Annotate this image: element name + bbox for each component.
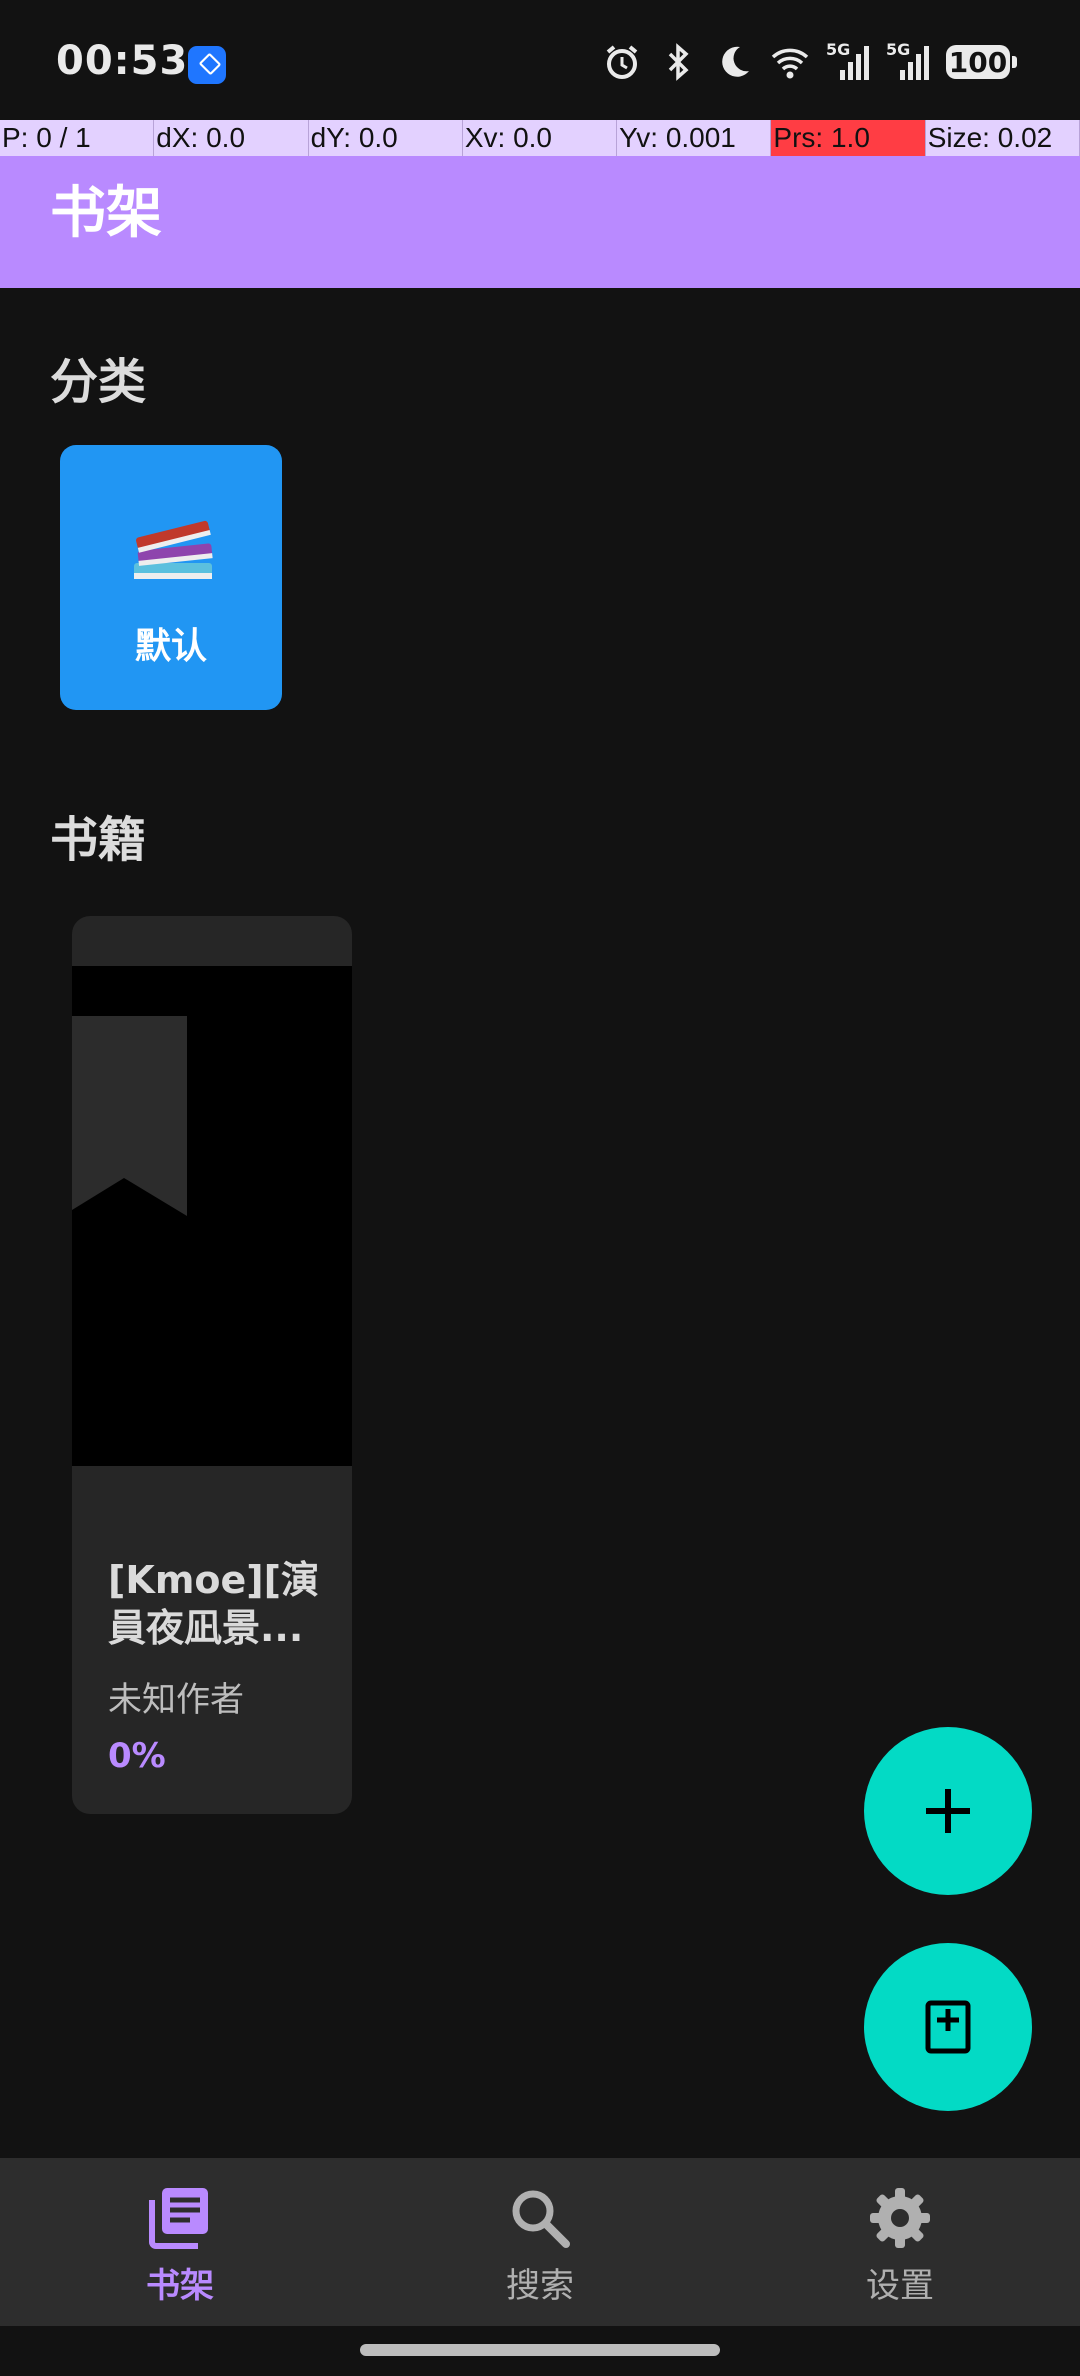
signal-5g-icon: 5G: [826, 40, 870, 82]
import-book-fab-button[interactable]: [864, 1943, 1032, 2111]
status-icons: 5G 5G 100: [602, 40, 1017, 84]
category-label: 默认: [134, 626, 207, 667]
bookshelf-icon: [149, 2188, 208, 2249]
debug-size: Size: 0.02: [926, 120, 1080, 156]
status-bar: 00:53 5G 5G 100: [0, 0, 1080, 120]
book-author: 未知作者: [108, 1680, 244, 1720]
settings-gear-icon: [870, 2188, 930, 2248]
add-fab-button[interactable]: [864, 1727, 1032, 1895]
signal-5g-icon: 5G: [886, 40, 930, 82]
bottom-navigation: 书架 搜索 设置: [0, 2158, 1080, 2326]
debug-dx: dX: 0.0: [154, 120, 309, 156]
add-book-icon: [925, 2000, 971, 2054]
category-tile-default[interactable]: 默认: [60, 445, 282, 710]
categories-heading: 分类: [50, 354, 147, 410]
debug-pointer-count: P: 0 / 1: [0, 120, 155, 156]
nav-item-bookshelf[interactable]: 书架: [0, 2158, 360, 2326]
do-not-disturb-moon-icon: [714, 42, 754, 82]
books-heading: 书籍: [50, 812, 147, 868]
app-bar: 书架: [0, 156, 1080, 288]
debug-pressure: Prs: 1.0: [771, 120, 926, 156]
books-icon: [134, 520, 213, 579]
wifi-icon: [770, 42, 810, 82]
debug-dy: dY: 0.0: [309, 120, 463, 156]
status-time: 00:53: [56, 38, 189, 84]
debug-yv: Yv: 0.001: [617, 120, 772, 156]
home-gesture-indicator[interactable]: [360, 2344, 720, 2356]
book-title: [Kmoe][演員夜凪景...: [108, 1558, 320, 1650]
bookmark-placeholder-icon: [72, 1016, 187, 1216]
book-cover: [72, 966, 352, 1466]
book-card[interactable]: [Kmoe][演員夜凪景... 未知作者 0%: [72, 916, 352, 1814]
search-icon: [512, 2190, 570, 2248]
page-title: 书架: [50, 181, 162, 246]
nav-label-search: 搜索: [506, 2266, 574, 2306]
book-progress: 0%: [108, 1736, 166, 1776]
alarm-icon: [602, 42, 642, 82]
nav-label-settings: 设置: [866, 2266, 934, 2306]
nav-label-bookshelf: 书架: [146, 2266, 214, 2306]
plus-icon: [926, 1789, 970, 1833]
nav-item-settings[interactable]: 设置: [720, 2158, 1080, 2326]
battery-indicator: 100: [946, 45, 1017, 79]
app-notification-icon: [188, 46, 226, 84]
debug-xv: Xv: 0.0: [463, 120, 618, 156]
bluetooth-icon: [658, 42, 698, 82]
pointer-debug-overlay: P: 0 / 1 dX: 0.0 dY: 0.0 Xv: 0.0 Yv: 0.0…: [0, 120, 1080, 156]
nav-item-search[interactable]: 搜索: [360, 2158, 720, 2326]
